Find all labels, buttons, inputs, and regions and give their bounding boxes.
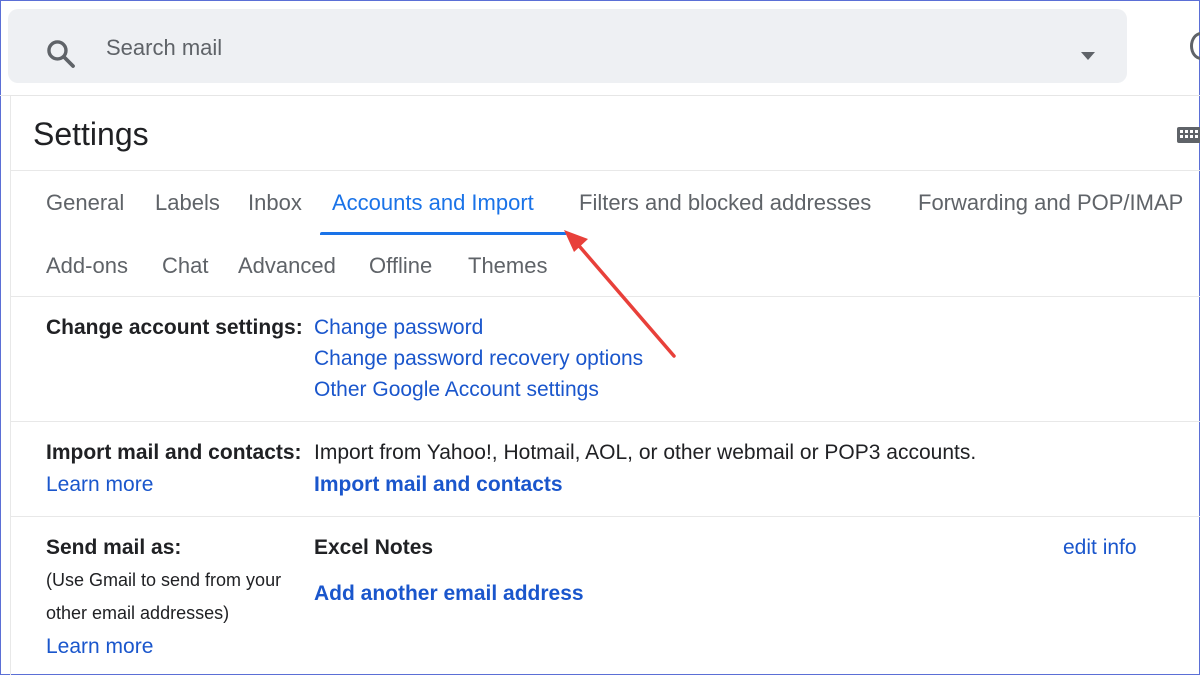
page-title: Settings [33, 116, 149, 152]
settings-panel: Settings General Labels Inbox Accounts a… [10, 96, 1200, 675]
dropdown-arrow-icon[interactable] [1080, 51, 1096, 61]
tab-accounts-and-import[interactable]: Accounts and Import [332, 190, 534, 216]
send-mail-as-note: (Use Gmail to send from your [46, 570, 282, 590]
other-google-account-settings-link[interactable]: Other Google Account settings [314, 378, 599, 402]
import-mail-and-contacts-link[interactable]: Import mail and contacts [314, 473, 563, 497]
tab-inbox[interactable]: Inbox [248, 190, 302, 216]
import-learn-more-link[interactable]: Learn more [46, 473, 153, 497]
add-another-email-address-link[interactable]: Add another email address [314, 582, 584, 606]
edit-info-link[interactable]: edit info [1063, 536, 1137, 560]
tab-filters-and-blocked-addresses[interactable]: Filters and blocked addresses [579, 190, 871, 216]
import-description: Import from Yahoo!, Hotmail, AOL, or oth… [314, 441, 977, 464]
send-mail-learn-more-link[interactable]: Learn more [46, 635, 153, 659]
tab-forwarding-and-pop-imap[interactable]: Forwarding and POP/IMAP [918, 190, 1183, 216]
change-password-recovery-link[interactable]: Change password recovery options [314, 347, 643, 371]
send-mail-as-label: Send mail as: [46, 536, 182, 559]
tab-themes[interactable]: Themes [468, 253, 547, 279]
tabs-divider [11, 296, 1200, 297]
change-password-link[interactable]: Change password [314, 316, 483, 340]
change-account-settings-label: Change account settings: [46, 316, 303, 339]
title-divider [11, 170, 1200, 171]
section-divider [11, 516, 1200, 517]
tab-offline[interactable]: Offline [369, 253, 432, 279]
tab-add-ons[interactable]: Add-ons [46, 253, 128, 279]
search-icon[interactable] [44, 37, 78, 71]
send-mail-as-note: other email addresses) [46, 603, 230, 623]
support-icon[interactable] [1190, 32, 1200, 60]
active-tab-indicator [320, 232, 566, 235]
import-mail-label: Import mail and contacts: [46, 441, 302, 464]
tab-chat[interactable]: Chat [162, 253, 208, 279]
account-name: Excel Notes [314, 536, 434, 559]
tab-general[interactable]: General [46, 190, 124, 216]
keyboard-icon[interactable] [1176, 126, 1200, 144]
tab-advanced[interactable]: Advanced [238, 253, 336, 279]
tab-labels[interactable]: Labels [155, 190, 220, 216]
search-bar[interactable] [8, 9, 1127, 83]
section-divider [11, 421, 1200, 422]
search-input[interactable] [104, 33, 1008, 63]
